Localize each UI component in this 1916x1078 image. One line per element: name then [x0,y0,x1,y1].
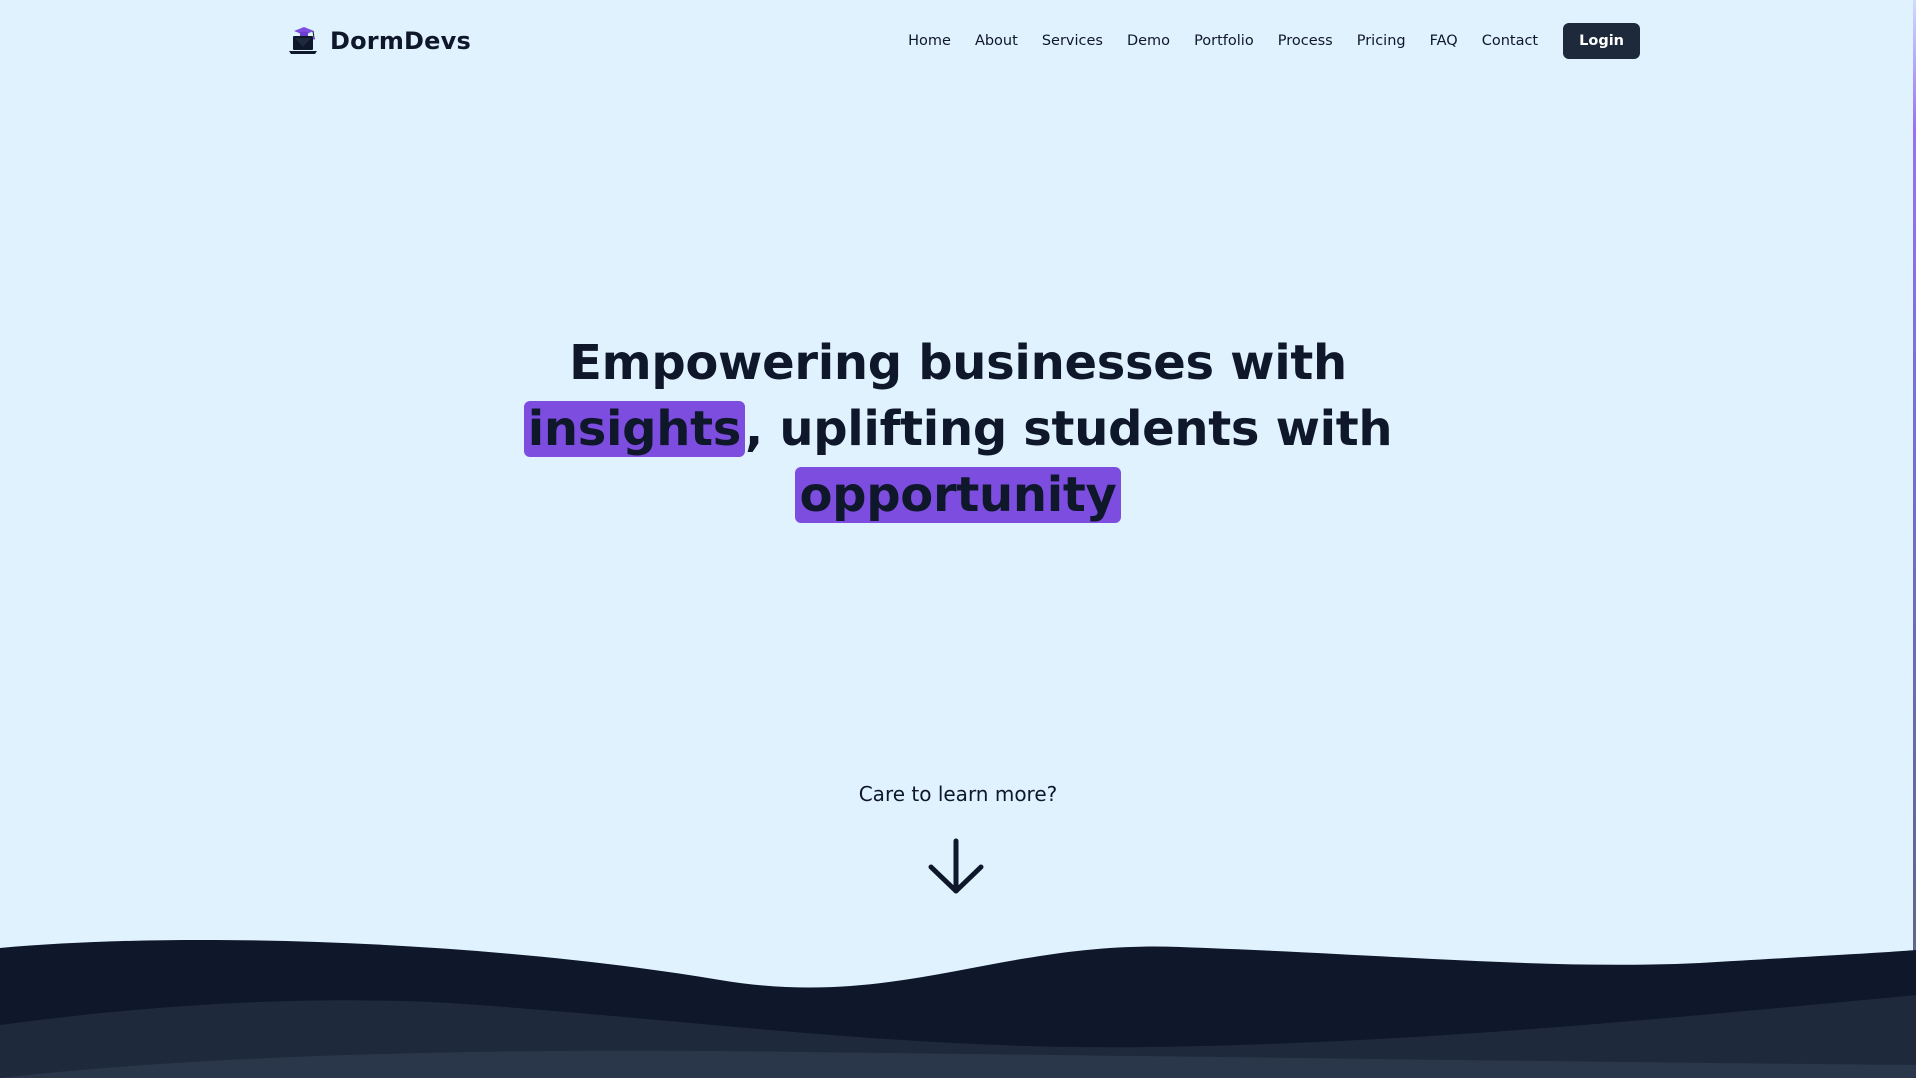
learn-more-text: Care to learn more? [858,782,1058,806]
arrow-down-icon[interactable] [927,837,985,897]
nav-link-faq[interactable]: FAQ [1430,33,1458,49]
login-button[interactable]: Login [1563,23,1640,59]
hero-line-2: insights, uplifting students with [0,396,1916,462]
hero-line-3: opportunity [0,462,1916,528]
laptop-graduation-cap-icon [289,27,317,54]
brand-name: DormDevs [330,27,471,55]
footer-waves [0,939,1916,1078]
hero-headline: Empowering businesses with insights, upl… [0,330,1916,528]
landing-page: DormDevs Home About Services Demo Portfo… [0,0,1916,1078]
nav-link-demo[interactable]: Demo [1127,33,1170,49]
nav-link-about[interactable]: About [975,33,1018,49]
hero-line-2-rest: , uplifting students with [744,401,1393,457]
nav-link-services[interactable]: Services [1042,33,1103,49]
nav-link-process[interactable]: Process [1278,33,1333,49]
nav-link-home[interactable]: Home [908,33,951,49]
brand-home-link[interactable]: DormDevs [286,23,471,59]
hero-line-1: Empowering businesses with [569,335,1347,391]
highlight-insights: insights [523,401,745,457]
top-navbar: DormDevs Home About Services Demo Portfo… [286,18,1640,64]
nav-link-portfolio[interactable]: Portfolio [1194,33,1254,49]
nav-links: Home About Services Demo Portfolio Proce… [908,33,1538,49]
highlight-opportunity: opportunity [795,467,1121,523]
nav-link-contact[interactable]: Contact [1482,33,1538,49]
nav-link-pricing[interactable]: Pricing [1357,33,1406,49]
nav-right: Home About Services Demo Portfolio Proce… [908,23,1640,59]
